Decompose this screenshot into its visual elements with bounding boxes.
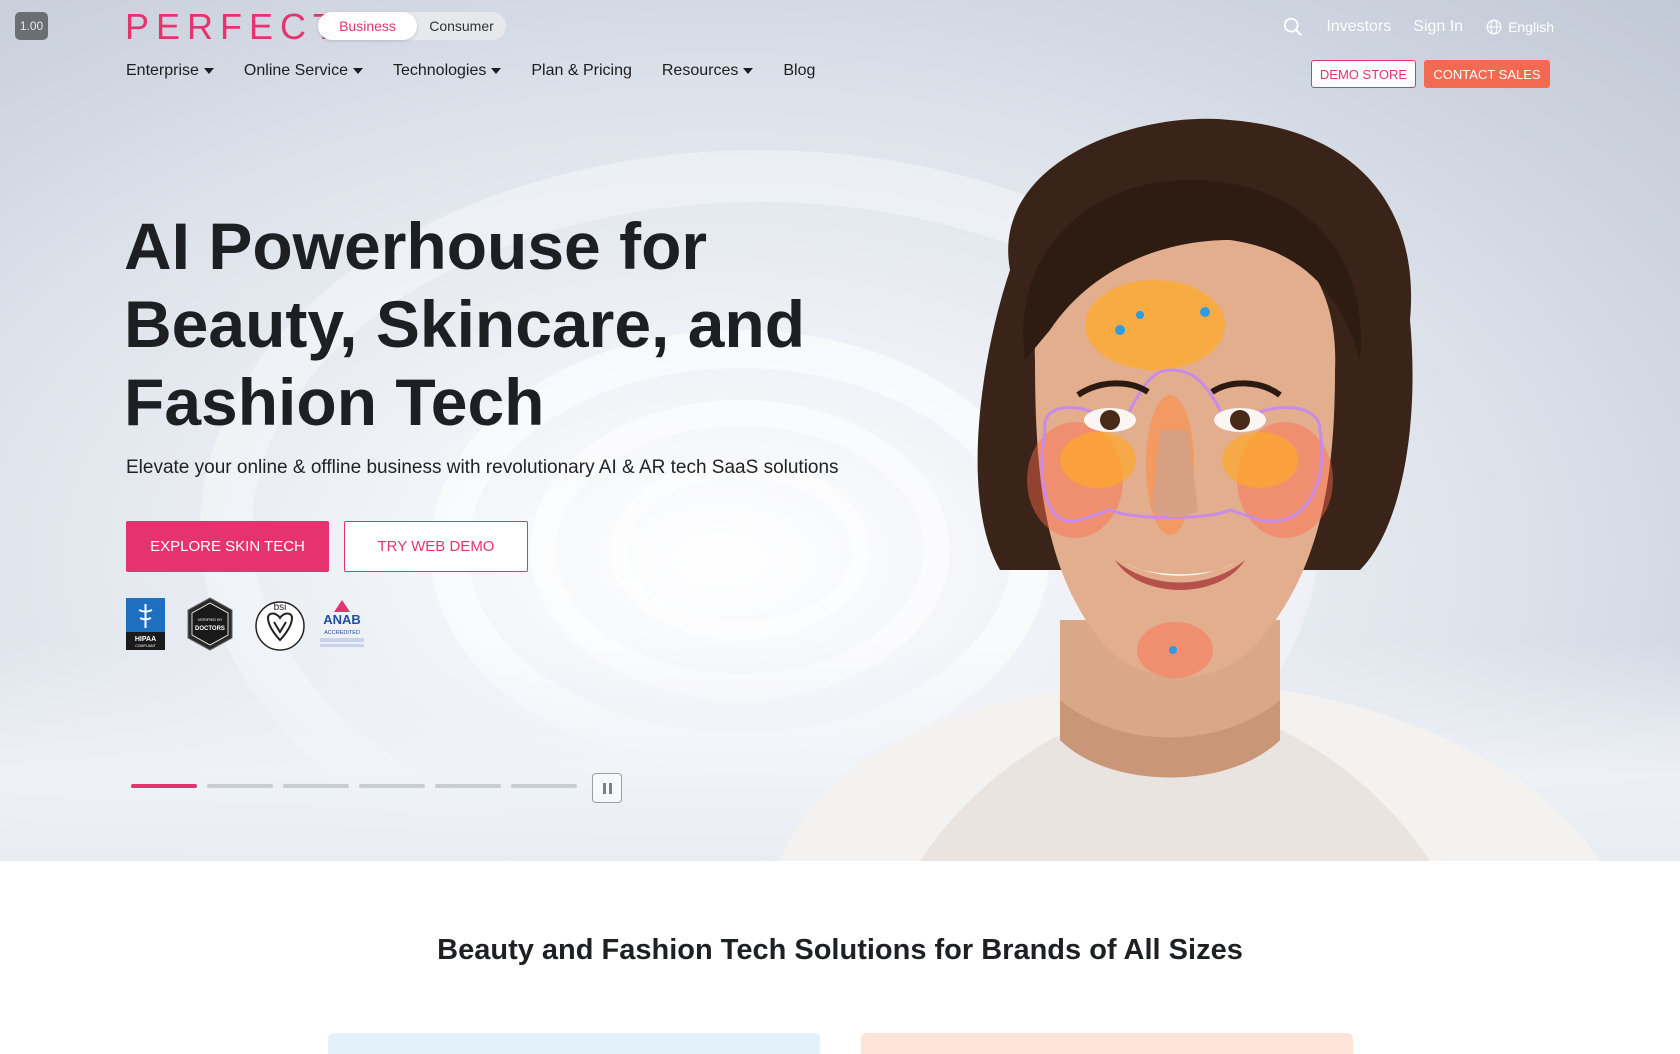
caret-down-icon [491, 68, 502, 74]
nav-label: Resources [661, 62, 739, 79]
switch-consumer[interactable]: Consumer [417, 12, 506, 40]
top-utility-bar: Investors Sign In English [1282, 14, 1554, 40]
search-icon[interactable] [1282, 16, 1304, 38]
nav-label: Plan & Pricing [531, 62, 632, 79]
nav-item-online-service[interactable]: Online Service [244, 62, 363, 80]
caret-down-icon [203, 68, 214, 74]
carousel-indicators [131, 784, 587, 788]
switch-business[interactable]: Business [318, 12, 417, 40]
carousel-dot[interactable] [207, 784, 273, 788]
doctors-top-text: VERIFIED BY [198, 617, 223, 622]
globe-icon [1486, 19, 1502, 35]
headline-line: Beauty, Skincare, and [124, 287, 806, 361]
version-badge: 1.00 [15, 12, 48, 40]
hero-headline: AI Powerhouse for Beauty, Skincare, and … [124, 207, 844, 441]
carousel-dot[interactable] [283, 784, 349, 788]
bsi-kitemark-badge: bsi [255, 601, 305, 651]
section-title: Beauty and Fashion Tech Solutions for Br… [437, 934, 1243, 966]
pause-icon[interactable] [592, 773, 622, 803]
anab-sub-text: ACCREDITED [324, 630, 360, 636]
nav-label: Online Service [243, 62, 348, 79]
contact-sales-button[interactable]: CONTACT SALES [1424, 60, 1550, 88]
carousel-dot[interactable] [435, 784, 501, 788]
verified-by-doctors-badge: VERIFIED BY DOCTORS [187, 597, 233, 651]
language-label: English [1508, 19, 1554, 35]
demo-store-button[interactable]: DEMO STORE [1311, 60, 1416, 88]
investors-link[interactable]: Investors [1326, 18, 1391, 36]
anab-text: ANAB [323, 612, 361, 627]
hipaa-sub-text: COMPLIANT [135, 644, 156, 648]
hipaa-text: HIPAA [135, 636, 156, 643]
try-web-demo-button[interactable]: TRY WEB DEMO [344, 521, 528, 572]
hero-portrait-image [760, 100, 1620, 861]
carousel-dot[interactable] [131, 784, 197, 788]
nav-label: Technologies [392, 62, 487, 79]
nav-item-blog[interactable]: Blog [783, 62, 815, 80]
hipaa-badge: HIPAA COMPLIANT [126, 598, 165, 650]
bsi-text: bsi [274, 602, 287, 613]
nav-item-resources[interactable]: Resources [661, 62, 754, 80]
caret-down-icon [352, 68, 363, 74]
solution-card[interactable] [328, 1033, 820, 1054]
nav-item-enterprise[interactable]: Enterprise [126, 62, 214, 80]
language-selector[interactable]: English [1485, 18, 1554, 36]
carousel-dot[interactable] [359, 784, 425, 788]
sign-in-link[interactable]: Sign In [1413, 18, 1463, 36]
headline-line: Fashion Tech [124, 365, 545, 439]
nav-item-technologies[interactable]: Technologies [392, 62, 502, 80]
hero-subhead: Elevate your online & offline business w… [126, 457, 839, 478]
nav-label: Enterprise [126, 62, 199, 79]
audience-switch[interactable]: Business Consumer [318, 12, 506, 40]
headline-line: AI Powerhouse for [124, 209, 708, 283]
anab-accredited-badge: ANAB ACCREDITED [320, 600, 364, 647]
carousel-dot[interactable] [511, 784, 577, 788]
brand-logo[interactable]: PERFECT [125, 6, 342, 48]
caret-down-icon [743, 68, 754, 74]
nav-item-plan-pricing[interactable]: Plan & Pricing [531, 62, 632, 80]
doctors-text: DOCTORS [195, 626, 225, 632]
nav-label: Blog [783, 62, 816, 79]
explore-skin-tech-button[interactable]: EXPLORE SKIN TECH [126, 521, 329, 572]
solution-card[interactable] [861, 1033, 1353, 1054]
main-nav: Enterprise Online Service Technologies P… [126, 62, 845, 80]
